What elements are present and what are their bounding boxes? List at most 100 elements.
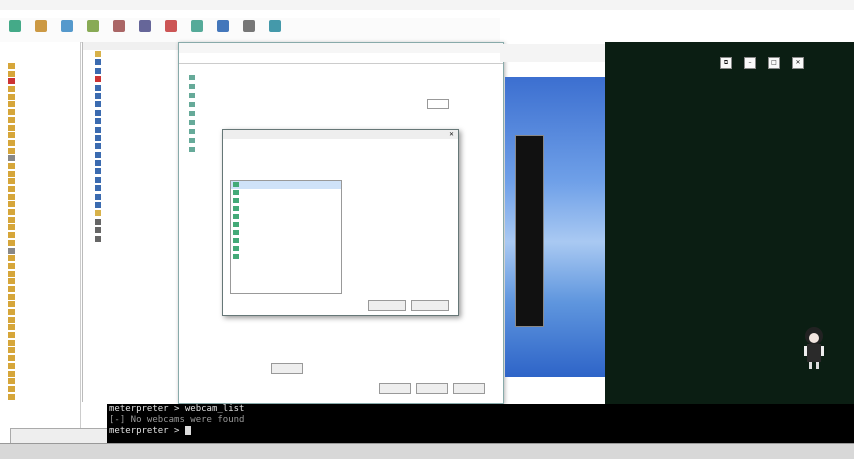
explorer-item[interactable] xyxy=(83,92,191,100)
tree-item[interactable] xyxy=(0,147,80,155)
tree-item[interactable] xyxy=(0,316,80,324)
tree-item[interactable] xyxy=(0,200,80,208)
hardware-type-item[interactable] xyxy=(231,237,341,245)
hardware-type-item[interactable] xyxy=(231,221,341,229)
tree-item[interactable] xyxy=(0,370,80,378)
explorer-item[interactable] xyxy=(83,209,191,217)
toolbar-button-6[interactable] xyxy=(134,20,156,34)
cancel-button[interactable] xyxy=(411,300,449,311)
tree-item[interactable] xyxy=(0,393,80,401)
explorer-item[interactable] xyxy=(83,50,191,58)
tree-item[interactable] xyxy=(0,170,80,178)
explorer-item[interactable] xyxy=(83,67,191,75)
tree-item[interactable] xyxy=(0,362,80,370)
tree-item[interactable] xyxy=(0,308,80,316)
tree-item[interactable] xyxy=(0,100,80,108)
toolbar-button-3[interactable] xyxy=(56,20,78,34)
tree-item[interactable] xyxy=(0,293,80,301)
explorer-item[interactable] xyxy=(83,84,191,92)
explorer-item[interactable] xyxy=(83,151,191,159)
tree-item[interactable] xyxy=(0,139,80,147)
explorer-item[interactable] xyxy=(83,75,191,83)
toolbar-button-1[interactable] xyxy=(4,20,26,34)
tree-item[interactable] xyxy=(0,116,80,124)
close-icon[interactable]: ✕ xyxy=(792,57,804,69)
tree-item[interactable] xyxy=(0,354,80,362)
explorer-item[interactable] xyxy=(83,226,191,234)
maximize-icon[interactable]: □ xyxy=(768,57,780,69)
tree-item[interactable] xyxy=(0,339,80,347)
tree-item[interactable] xyxy=(0,208,80,216)
hardware-type-item[interactable] xyxy=(231,253,341,261)
toolbar-button-5[interactable] xyxy=(108,20,130,34)
tree-item[interactable] xyxy=(0,385,80,393)
restore-icon[interactable]: ⧉ xyxy=(720,57,732,69)
toolbar-button-7[interactable] xyxy=(160,20,182,34)
tree-item[interactable] xyxy=(0,277,80,285)
explorer-item[interactable] xyxy=(83,109,191,117)
tree-item[interactable] xyxy=(0,216,80,224)
meterpreter-terminal[interactable]: meterpreter > webcam_list [-] No webcams… xyxy=(107,404,854,443)
close-icon[interactable]: ✕ xyxy=(449,131,454,138)
tree-item[interactable] xyxy=(0,193,80,201)
hardware-type-item[interactable] xyxy=(231,229,341,237)
tree-item[interactable] xyxy=(0,331,80,339)
explorer-item[interactable] xyxy=(83,126,191,134)
toolbar-button-10[interactable] xyxy=(238,20,260,34)
tree-item[interactable] xyxy=(0,377,80,385)
toolbar-button-4[interactable] xyxy=(82,20,104,34)
minimize-icon[interactable]: – xyxy=(744,57,756,69)
tree-item[interactable] xyxy=(0,162,80,170)
explorer-item[interactable] xyxy=(83,159,191,167)
tree-item[interactable] xyxy=(0,285,80,293)
explorer-item[interactable] xyxy=(83,58,191,66)
explorer-item[interactable] xyxy=(83,218,191,226)
next-button[interactable] xyxy=(368,300,406,311)
tree-item[interactable] xyxy=(0,177,80,185)
hardware-item[interactable] xyxy=(189,75,339,83)
tree-item[interactable] xyxy=(0,108,80,116)
tree-item[interactable] xyxy=(0,239,80,247)
tree-item[interactable] xyxy=(0,93,80,101)
hardware-type-item[interactable] xyxy=(231,181,341,189)
taskbar-tab[interactable] xyxy=(10,428,108,444)
explorer-item[interactable] xyxy=(83,235,191,243)
tree-item[interactable] xyxy=(0,223,80,231)
tree-item[interactable] xyxy=(0,77,80,85)
hardware-type-item[interactable] xyxy=(231,213,341,221)
value-field[interactable] xyxy=(427,99,449,109)
tree-item[interactable] xyxy=(0,154,80,162)
hardware-item[interactable] xyxy=(189,84,339,92)
explorer-item[interactable] xyxy=(83,142,191,150)
tree-item[interactable] xyxy=(0,254,80,262)
hardware-type-item[interactable] xyxy=(231,189,341,197)
tree-item[interactable] xyxy=(0,70,80,78)
hardware-item[interactable] xyxy=(189,111,339,119)
hardware-type-item[interactable] xyxy=(231,197,341,205)
explorer-item[interactable] xyxy=(83,201,191,209)
dialog-button[interactable] xyxy=(271,363,303,374)
explorer-item[interactable] xyxy=(83,134,191,142)
explorer-item[interactable] xyxy=(83,176,191,184)
hardware-item[interactable] xyxy=(189,93,339,101)
explorer-item[interactable] xyxy=(83,117,191,125)
tree-item[interactable] xyxy=(0,85,80,93)
hardware-item[interactable] xyxy=(189,102,339,110)
explorer-item[interactable] xyxy=(83,193,191,201)
tree-item[interactable] xyxy=(0,262,80,270)
toolbar-button-9[interactable] xyxy=(212,20,234,34)
tree-item[interactable] xyxy=(0,300,80,308)
explorer-item[interactable] xyxy=(83,100,191,108)
tree-item[interactable] xyxy=(0,346,80,354)
tree-item[interactable] xyxy=(0,323,80,331)
hardware-type-item[interactable] xyxy=(231,245,341,253)
tree-item[interactable] xyxy=(0,131,80,139)
hardware-item[interactable] xyxy=(189,120,339,128)
tree-item[interactable] xyxy=(0,247,80,255)
toolbar-button-11[interactable] xyxy=(264,20,286,34)
tree-item[interactable] xyxy=(0,185,80,193)
explorer-item[interactable] xyxy=(83,184,191,192)
toolbar-button-8[interactable] xyxy=(186,20,208,34)
hardware-type-item[interactable] xyxy=(231,205,341,213)
tree-item[interactable] xyxy=(0,62,80,70)
